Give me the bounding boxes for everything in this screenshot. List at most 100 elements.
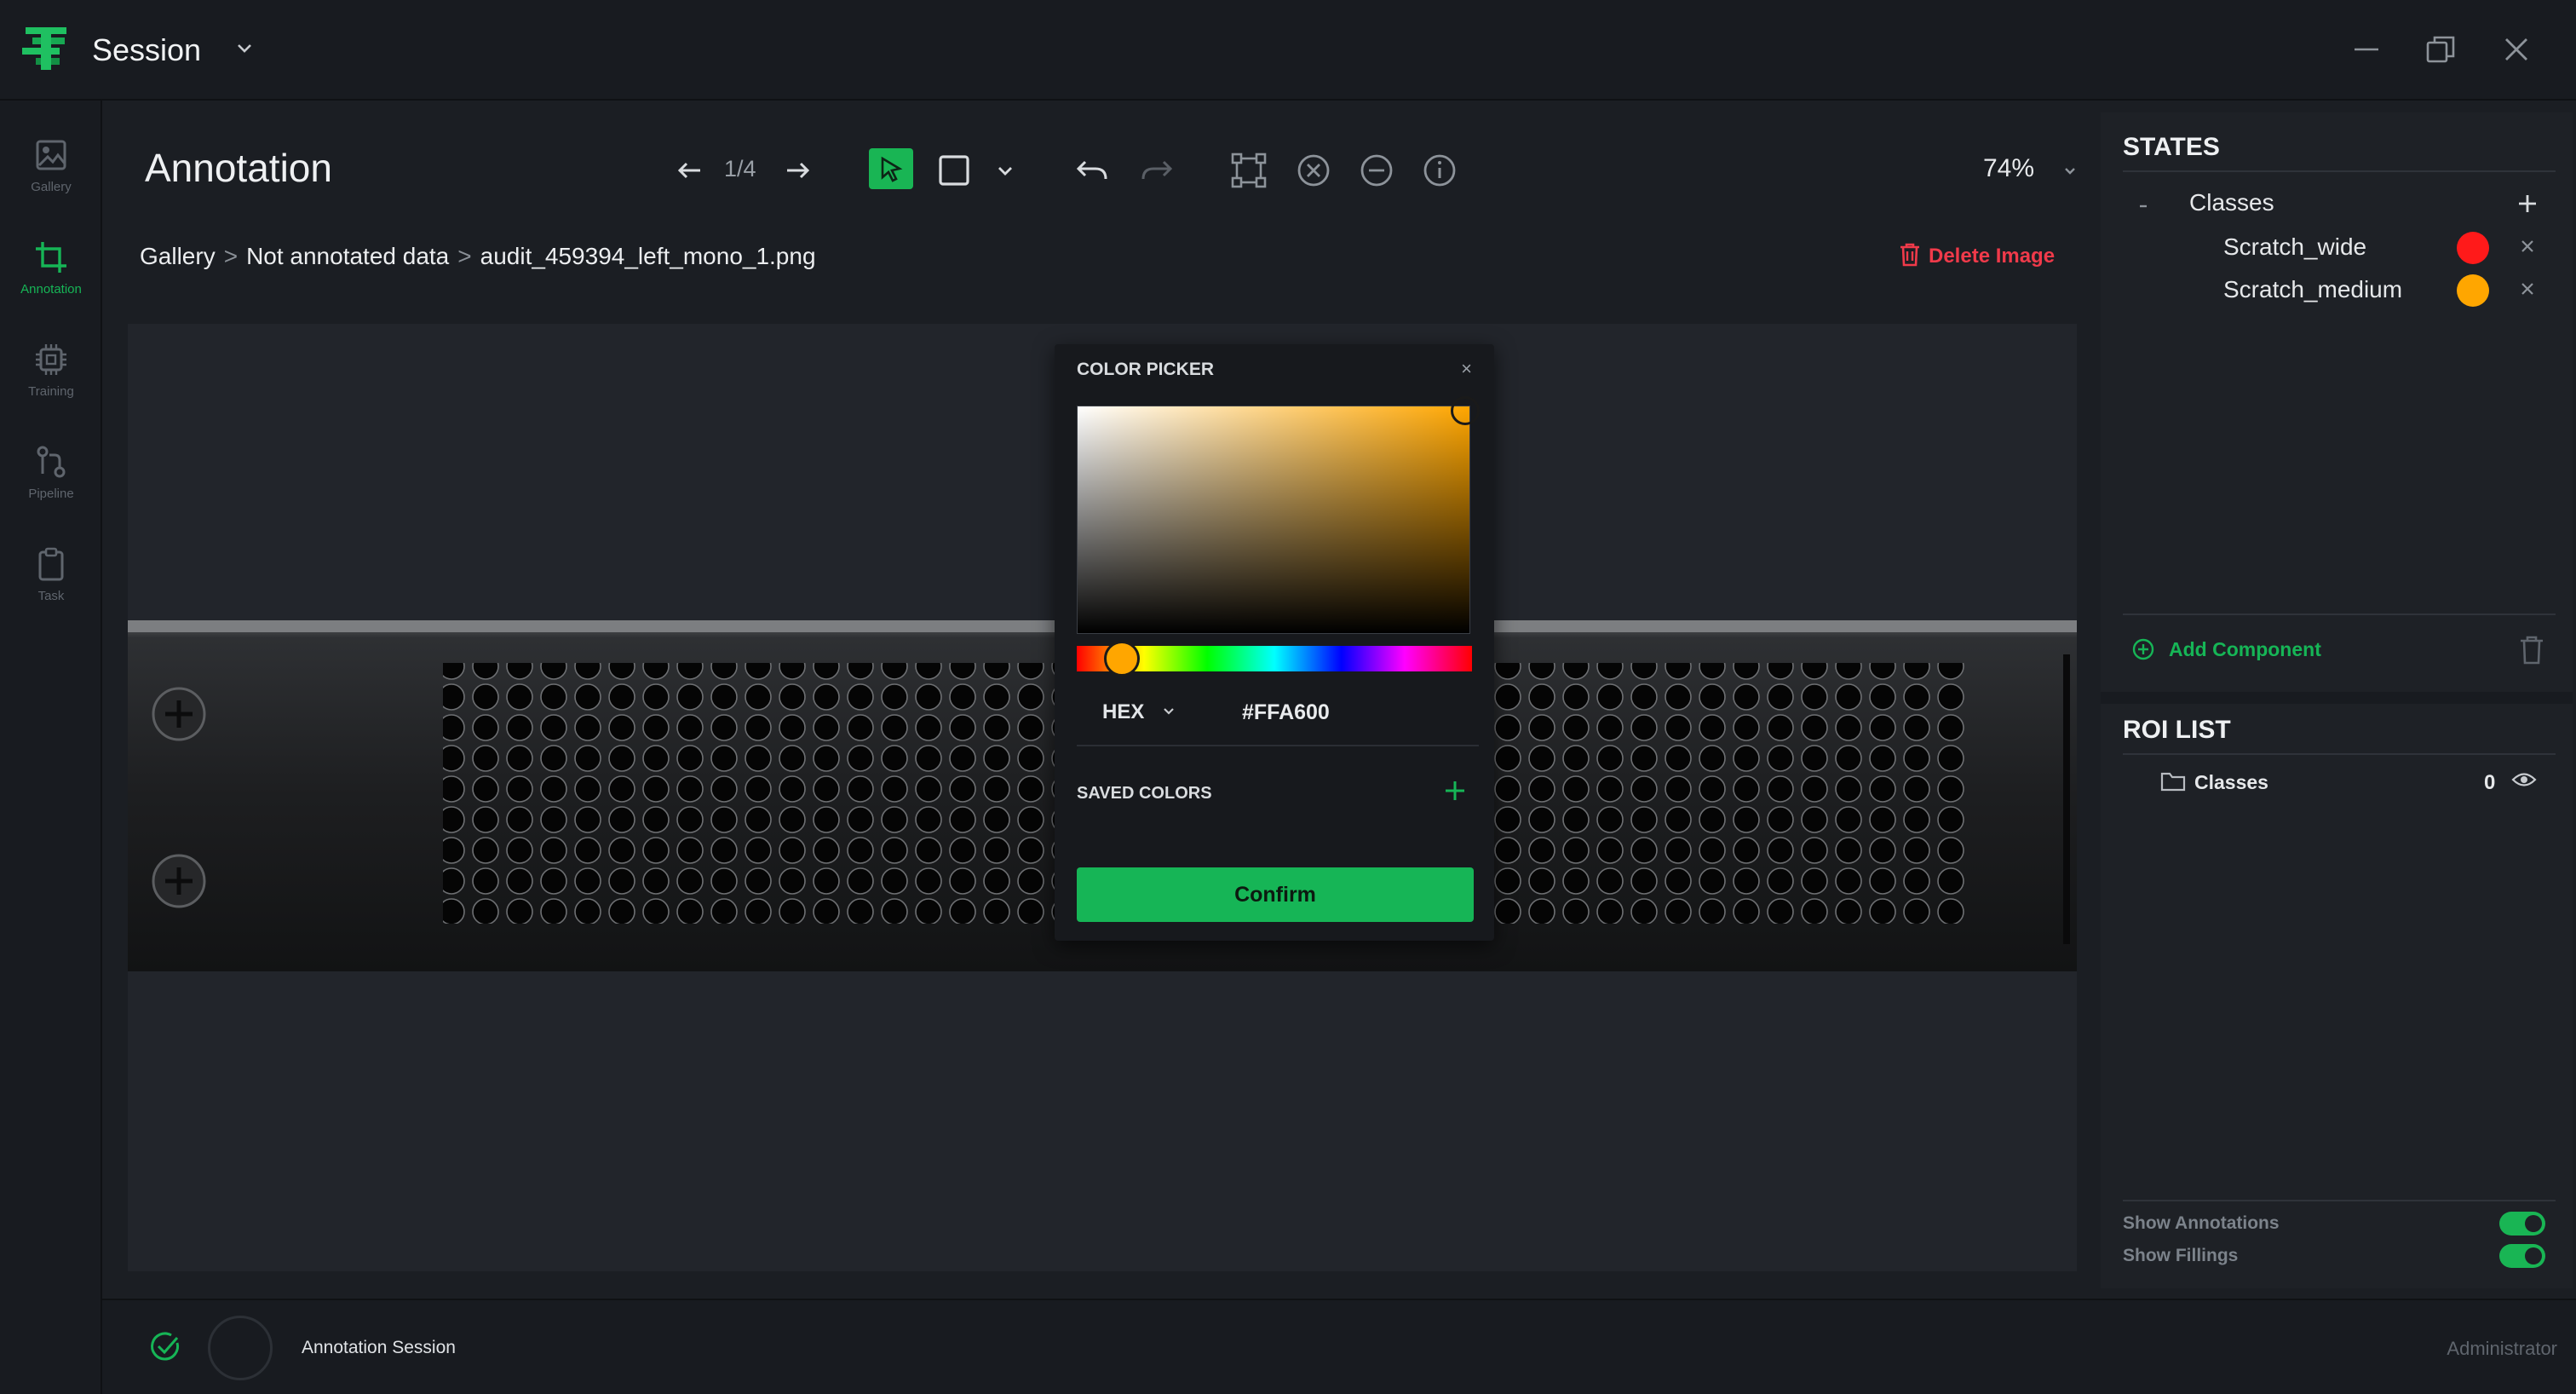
states-title: STATES (2123, 133, 2220, 161)
zoom-level[interactable]: 74% (1983, 154, 2034, 183)
divider (2123, 613, 2556, 615)
shape-dropdown-button[interactable] (985, 150, 1026, 191)
hex-value-input[interactable]: #FFA600 (1242, 700, 1330, 725)
bounding-box-button[interactable] (1228, 150, 1269, 191)
image-icon (36, 140, 66, 170)
zoom-dropdown-button[interactable] (2050, 150, 2090, 191)
saved-colors-label: SAVED COLORS (1077, 784, 1212, 803)
color-picker-dialog: COLOR PICKER × HEX #FFA600 SAVED COLORS … (1055, 344, 1494, 941)
session-title: Session (92, 32, 202, 67)
sidebar-item-label: Training (28, 384, 74, 399)
eye-icon[interactable] (2511, 769, 2537, 791)
divider (2123, 1200, 2556, 1201)
sidebar-item-pipeline[interactable]: Pipeline (0, 419, 102, 513)
session-label: Annotation Session (302, 1338, 456, 1357)
clear-button[interactable] (1293, 150, 1334, 191)
progress-ring (208, 1316, 273, 1380)
saturation-thumb[interactable] (1451, 396, 1480, 425)
folder-icon (2160, 772, 2186, 792)
rectangle-tool-button[interactable] (934, 150, 975, 191)
close-icon[interactable] (2518, 279, 2537, 298)
class-color-swatch[interactable] (2457, 274, 2489, 307)
sidebar-item-label: Pipeline (28, 487, 74, 501)
cursor-icon (881, 156, 903, 182)
restore-button[interactable] (2423, 31, 2460, 68)
add-component-button[interactable]: Add Component (2131, 637, 2321, 661)
pipeline-icon (37, 446, 66, 478)
trash-icon[interactable] (2516, 634, 2547, 666)
section-gap (2101, 692, 2573, 704)
arrow-left-icon (677, 162, 700, 179)
trash-icon (1900, 243, 1919, 267)
title-bar: Session (0, 0, 2576, 101)
arrow-right-icon (787, 162, 810, 179)
hue-thumb[interactable] (1104, 641, 1140, 677)
divider (1077, 745, 1479, 746)
annotation-canvas[interactable]: COLOR PICKER × HEX #FFA600 SAVED COLORS … (128, 324, 2077, 1271)
bounding-box-icon (1231, 153, 1267, 188)
chevron-down-icon[interactable] (1160, 702, 1177, 719)
next-image-button[interactable] (777, 150, 818, 191)
add-saved-color-icon[interactable] (1441, 777, 1469, 804)
chevron-down-icon[interactable] (233, 37, 256, 60)
minimize-button[interactable] (2348, 31, 2385, 68)
sidebar-item-gallery[interactable]: Gallery (0, 112, 102, 206)
info-icon (1423, 154, 1456, 187)
close-icon (2505, 38, 2527, 60)
class-row[interactable]: Scratch_wide (2101, 228, 2573, 268)
select-tool-button[interactable] (869, 148, 913, 189)
breadcrumb-gallery[interactable]: Gallery (140, 243, 216, 269)
color-mode-select[interactable]: HEX (1102, 700, 1144, 724)
close-window-button[interactable] (2498, 31, 2535, 68)
add-circle-icon (2132, 638, 2154, 660)
show-annotations-toggle[interactable] (2499, 1212, 2545, 1236)
add-class-icon[interactable] (2515, 191, 2540, 216)
class-name: Scratch_wide (2223, 233, 2367, 260)
redo-icon (1141, 160, 1173, 180)
show-fillings-toggle[interactable] (2499, 1244, 2545, 1268)
previous-image-button[interactable] (670, 150, 710, 191)
sidebar-item-label: Task (37, 589, 65, 603)
sidebar-item-annotation[interactable]: Annotation (0, 215, 102, 308)
close-circle-icon (1297, 154, 1330, 187)
redo-button[interactable] (1136, 150, 1177, 191)
show-annotations-label: Show Annotations (2123, 1213, 2280, 1233)
user-role[interactable]: Administrator (2447, 1338, 2557, 1360)
breadcrumb-separator: > (457, 243, 472, 269)
undo-button[interactable] (1072, 150, 1113, 191)
breadcrumb-filename: audit_459394_left_mono_1.png (480, 243, 816, 269)
show-fillings-label: Show Fillings (2123, 1246, 2239, 1265)
hue-slider[interactable] (1077, 641, 1472, 677)
undo-icon (1076, 160, 1107, 180)
show-fillings-row: Show Fillings (2123, 1244, 2557, 1270)
sidebar-item-label: Annotation (20, 282, 82, 297)
chevron-down-icon (2065, 168, 2075, 175)
info-button[interactable] (1419, 150, 1460, 191)
roi-classes-group[interactable]: Classes (2194, 771, 2268, 794)
confirm-button[interactable]: Confirm (1077, 867, 1474, 922)
delete-image-label: Delete Image (1929, 245, 2056, 268)
rectangle-icon (939, 155, 969, 186)
restore-icon (2426, 36, 2455, 63)
delete-image-button[interactable]: Delete Image (1898, 242, 2055, 268)
sidebar-item-training[interactable]: Training (0, 317, 102, 411)
remove-button[interactable] (1356, 150, 1397, 191)
states-classes-group[interactable]: Classes (2189, 189, 2274, 216)
close-icon[interactable] (2518, 237, 2537, 256)
sidebar-item-task[interactable]: Task (0, 521, 102, 615)
class-row[interactable]: Scratch_medium (2101, 271, 2573, 310)
crop-icon (36, 242, 66, 273)
app-logo-icon (22, 27, 66, 70)
divider (2123, 753, 2556, 755)
saturation-value-area[interactable] (1077, 396, 1480, 634)
class-color-swatch[interactable] (2457, 232, 2489, 264)
breadcrumb: Gallery > Not annotated data > audit_459394_… (140, 243, 816, 270)
chip-icon (36, 344, 66, 375)
breadcrumb-not-annotated[interactable]: Not annotated data (246, 243, 449, 269)
minus-circle-icon (1360, 154, 1393, 187)
collapse-icon[interactable] (2135, 198, 2152, 215)
add-component-label: Add Component (2169, 638, 2321, 660)
color-picker-close-button[interactable]: × (1461, 358, 1472, 380)
minimize-icon (2355, 48, 2378, 51)
roi-count: 0 (2484, 771, 2496, 794)
